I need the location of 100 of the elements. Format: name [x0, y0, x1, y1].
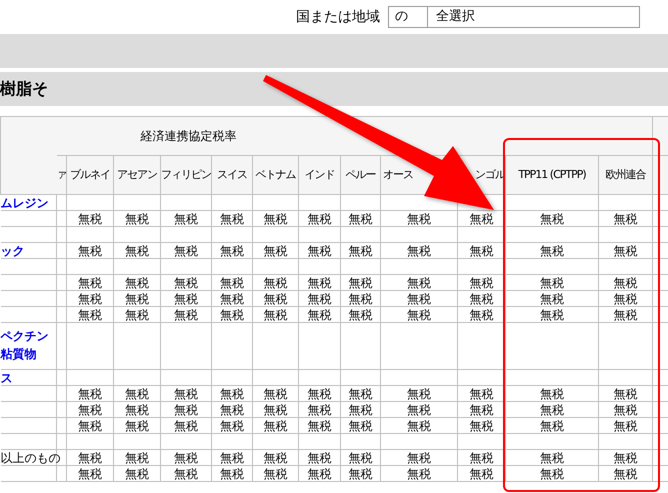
column-header: 欧州連合: [606, 168, 646, 181]
section-title: 樹脂そ: [0, 78, 48, 100]
filter-label: 国または地域: [296, 8, 380, 26]
table-cell: 無税: [66, 274, 114, 290]
table-cell: 無税: [114, 242, 160, 258]
table-cell: 無税: [160, 418, 212, 434]
table-cell: 無税: [114, 402, 160, 418]
table-cell: 無税: [114, 274, 160, 290]
table-cell: 無税: [506, 418, 598, 434]
table-cell: 無税: [160, 210, 212, 226]
table-cell: 無税: [598, 386, 653, 402]
table-cell: 無税: [458, 450, 506, 466]
table-cell: 無税: [298, 306, 340, 322]
table-cell: 無税: [298, 242, 340, 258]
table-cell: 無税: [252, 386, 298, 402]
table-cell: 無税: [66, 242, 114, 258]
region-code-field[interactable]: の: [388, 6, 428, 28]
table-cell: 無税: [598, 450, 653, 466]
table-cell: 無税: [252, 306, 298, 322]
table-cell: 無税: [506, 386, 598, 402]
table-cell: 無税: [160, 306, 212, 322]
table-cell: 無税: [212, 386, 252, 402]
column-header: ベトナム: [256, 168, 296, 181]
item-link[interactable]: ス: [0, 370, 12, 384]
table-cell: 無税: [212, 210, 252, 226]
column-header: スイス: [217, 168, 247, 181]
column-header: アセアン: [117, 168, 157, 181]
table-cell: 無税: [66, 290, 114, 306]
table-cell: 無税: [458, 466, 506, 482]
table-cell: 無税: [252, 450, 298, 466]
table-cell: 無税: [114, 450, 160, 466]
table-cell: 無税: [380, 274, 458, 290]
table-cell: 無税: [66, 418, 114, 434]
table-cell: 無税: [298, 466, 340, 482]
column-group-header: 経済連携協定税率: [140, 129, 236, 143]
table-cell: 無税: [340, 242, 380, 258]
table-cell: 無税: [298, 210, 340, 226]
table-cell: 無税: [340, 418, 380, 434]
table-cell: 無税: [298, 402, 340, 418]
table-cell: 無税: [458, 242, 506, 258]
column-header: TPP11 (CPTPP): [518, 168, 586, 181]
table-cell: 無税: [340, 386, 380, 402]
table-cell: 無税: [340, 306, 380, 322]
column-header: インド: [304, 168, 334, 181]
table-cell: 無税: [458, 290, 506, 306]
table-cell: 無税: [252, 418, 298, 434]
column-header: ア: [58, 170, 66, 180]
table-cell: 無税: [458, 210, 506, 226]
table-cell: 無税: [160, 386, 212, 402]
table-cell: 無税: [506, 402, 598, 418]
table-cell: 無税: [66, 450, 114, 466]
table-cell: 無税: [160, 290, 212, 306]
table-cell: 無税: [506, 466, 598, 482]
table-cell: 無税: [458, 306, 506, 322]
table-cell: 無税: [380, 386, 458, 402]
table-cell: 無税: [114, 418, 160, 434]
column-header: ブルネイ: [70, 168, 110, 181]
table-cell: 無税: [252, 242, 298, 258]
table-cell: 無税: [160, 402, 212, 418]
column-header: フィリピン: [162, 168, 210, 181]
table-cell: 無税: [340, 450, 380, 466]
table-cell: 無税: [212, 466, 252, 482]
table-cell: 無税: [160, 274, 212, 290]
table-cell: 無税: [252, 402, 298, 418]
table-cell: 無税: [340, 466, 380, 482]
table-cell: 無税: [380, 306, 458, 322]
item-link[interactable]: ムレジン: [0, 196, 48, 210]
table-cell: 無税: [298, 274, 340, 290]
row-label: 以上のもの: [0, 450, 60, 464]
item-link[interactable]: ック: [0, 244, 24, 258]
table-cell: 無税: [506, 450, 598, 466]
table-cell: 無税: [160, 466, 212, 482]
table-cell: 無税: [212, 274, 252, 290]
table-cell: 無税: [160, 450, 212, 466]
table-cell: 無税: [252, 210, 298, 226]
region-select[interactable]: 全選択: [428, 6, 640, 28]
table-cell: 無税: [298, 418, 340, 434]
table-cell: 無税: [458, 402, 506, 418]
table-cell: 無税: [380, 210, 458, 226]
table-cell: 無税: [458, 386, 506, 402]
table-cell: 無税: [506, 306, 598, 322]
table-cell: 無税: [66, 306, 114, 322]
table-cell: 無税: [380, 290, 458, 306]
table-cell: 無税: [298, 290, 340, 306]
table-cell: 無税: [252, 466, 298, 482]
table-cell: 無税: [506, 290, 598, 306]
table-cell: 無税: [380, 242, 458, 258]
column-header: オース: [383, 168, 413, 181]
table-cell: 無税: [212, 242, 252, 258]
table-cell: 無税: [340, 210, 380, 226]
table-cell: 無税: [252, 290, 298, 306]
table-cell: 無税: [114, 290, 160, 306]
table-cell: 無税: [66, 386, 114, 402]
table-cell: 無税: [380, 450, 458, 466]
table-cell: 無税: [340, 274, 380, 290]
item-link[interactable]: ペクチン 粘質物: [0, 327, 56, 363]
table-cell: 無税: [114, 306, 160, 322]
table-cell: 無税: [114, 210, 160, 226]
table-cell: 無税: [212, 450, 252, 466]
table-cell: 無税: [212, 306, 252, 322]
